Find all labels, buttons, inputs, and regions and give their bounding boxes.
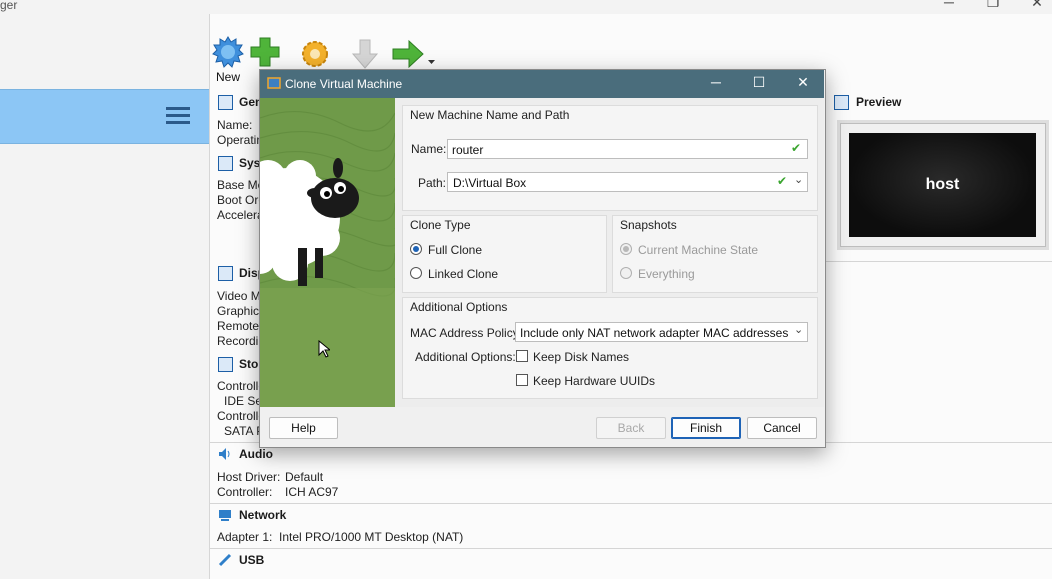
preview-vm-name: host — [925, 176, 960, 193]
network-icon — [218, 508, 232, 525]
audio-controller-label: Controller: — [217, 485, 273, 499]
path-label: Path: — [418, 176, 447, 190]
storage-title[interactable]: Sto — [239, 357, 258, 371]
display-video-memory: Video M — [217, 289, 261, 303]
cancel-button[interactable]: Cancel — [747, 417, 817, 439]
network-title[interactable]: Network — [239, 508, 286, 522]
audio-controller-value: ICH AC97 — [285, 485, 339, 499]
mac-policy-label: MAC Address Policy: — [410, 326, 523, 340]
settings-gear-icon[interactable] — [299, 38, 331, 73]
display-graphics: Graphics — [217, 304, 266, 318]
new-tool[interactable]: New — [212, 36, 244, 84]
general-icon — [218, 95, 233, 110]
storage-controller-2: Controlle — [217, 409, 266, 423]
path-dropdown-chevron-icon[interactable]: ⌄ — [794, 173, 803, 186]
display-icon — [218, 266, 233, 281]
general-name-label: Name: — [217, 118, 253, 132]
list-view-icon[interactable] — [166, 105, 190, 127]
keep-hw-uuids-checkbox[interactable] — [516, 374, 528, 386]
name-input[interactable] — [447, 139, 808, 159]
display-remote: Remote — [217, 319, 260, 333]
usb-icon — [218, 553, 232, 570]
display-recording: Recordir — [217, 334, 263, 348]
help-button[interactable]: Help — [269, 417, 338, 439]
full-clone-label[interactable]: Full Clone — [428, 243, 482, 257]
add-plus-icon — [250, 37, 280, 67]
name-valid-check-icon: ✔ — [791, 141, 802, 155]
additional-options-label: Additional Options: — [415, 350, 516, 364]
storage-controller-1: Controlle — [217, 379, 266, 393]
preview-icon — [834, 95, 849, 110]
clone-type-title: Clone Type — [410, 218, 471, 232]
preview-title[interactable]: Preview — [856, 95, 901, 109]
snapshots-title: Snapshots — [620, 218, 677, 232]
general-os-label: Operatin — [217, 133, 264, 147]
audio-title[interactable]: Audio — [239, 447, 273, 461]
dialog-minimize-button[interactable]: ─ — [701, 74, 731, 90]
audio-host-driver-label: Host Driver: — [217, 470, 281, 484]
current-state-radio[interactable] — [620, 243, 632, 255]
system-boot-order: Boot Orc — [217, 193, 265, 207]
everything-radio[interactable] — [620, 267, 632, 279]
start-arrow-icon[interactable] — [391, 38, 437, 73]
section-divider — [210, 548, 1052, 549]
audio-host-driver-value: Default — [285, 470, 324, 484]
mouse-cursor-icon — [318, 339, 332, 361]
name-label: Name: — [411, 142, 447, 156]
new-starburst-icon — [212, 36, 244, 68]
finish-button[interactable]: Finish — [671, 417, 741, 439]
discard-down-arrow-icon[interactable] — [349, 38, 381, 73]
dialog-maximize-button[interactable]: ☐ — [744, 74, 774, 91]
system-base-memory: Base Me — [217, 178, 265, 192]
network-adapter-value: Intel PRO/1000 MT Desktop (NAT) — [279, 530, 464, 544]
keep-disk-names-label[interactable]: Keep Disk Names — [533, 350, 629, 364]
system-acceleration: Accelera — [217, 208, 264, 222]
current-state-label[interactable]: Current Machine State — [638, 243, 758, 257]
mac-policy-value: Include only NAT network adapter MAC add… — [520, 326, 789, 340]
dialog-close-button[interactable]: ✕ — [788, 74, 818, 91]
dialog-title: Clone Virtual Machine — [285, 77, 403, 91]
audio-speaker-icon — [218, 447, 232, 464]
path-valid-check-icon: ✔ — [777, 174, 788, 188]
section-divider — [210, 503, 1052, 504]
back-button[interactable]: Back — [596, 417, 666, 439]
virtualbox-app-icon — [266, 75, 282, 94]
network-adapter-label: Adapter 1: — [217, 530, 273, 544]
additional-options-title: Additional Options — [410, 300, 508, 314]
name-input-value: router — [452, 143, 484, 157]
keep-hw-uuids-label[interactable]: Keep Hardware UUIDs — [533, 374, 655, 388]
mac-dropdown-chevron-icon[interactable]: ⌄ — [794, 323, 803, 336]
new-label: New — [215, 70, 240, 84]
name-path-group-title: New Machine Name and Path — [410, 108, 570, 122]
full-clone-radio[interactable] — [410, 243, 422, 255]
keep-disk-names-checkbox[interactable] — [516, 350, 528, 362]
usb-title[interactable]: USB — [239, 553, 264, 567]
everything-label[interactable]: Everything — [638, 267, 695, 281]
path-combobox-value: D:\Virtual Box — [453, 176, 527, 190]
linked-clone-radio[interactable] — [410, 267, 422, 279]
system-icon — [218, 156, 233, 171]
window-title: ger — [0, 0, 18, 12]
linked-clone-label[interactable]: Linked Clone — [428, 267, 498, 281]
section-divider — [826, 261, 1052, 262]
storage-icon — [218, 357, 233, 372]
